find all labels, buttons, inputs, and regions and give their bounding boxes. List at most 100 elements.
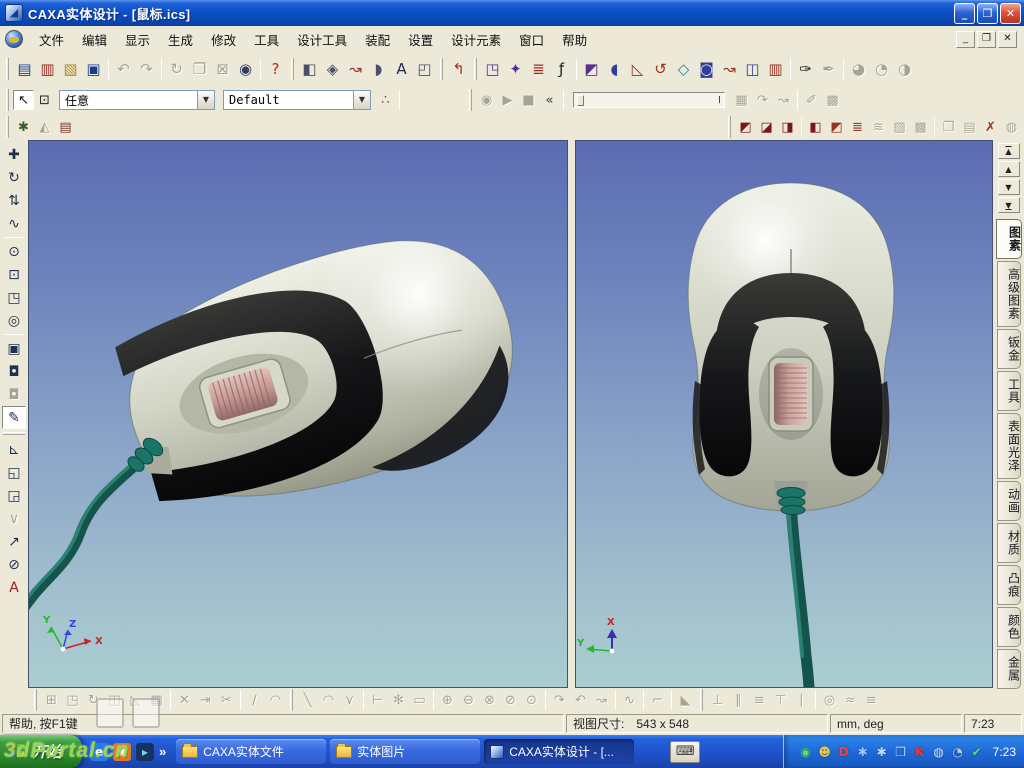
chevron-down-icon[interactable]: ▼ [353,91,370,109]
catalog-tab[interactable]: 表面光泽 [996,413,1021,479]
viewport-perspective[interactable]: Y Z X [28,140,568,688]
new-drawing-icon[interactable]: ▥ [36,58,59,80]
pan-view-icon[interactable]: ✚ [2,143,26,166]
menu-item[interactable]: 装配 [356,26,399,53]
render-mode-icon[interactable]: ✎ [2,406,26,429]
mdi-minimize-button[interactable]: _ [956,30,975,48]
tabs-scroll-first-button[interactable]: ▲ [997,143,1020,159]
feature-fill-icon[interactable]: ◙ [695,58,718,80]
toolbar-grip[interactable] [700,689,703,711]
catalog-tab[interactable]: 钣金 [996,329,1021,369]
surface-book2-icon[interactable]: ◪ [756,117,777,137]
catalog-tab[interactable]: 颜色 [996,607,1021,647]
viewport-top[interactable]: X Y [575,140,993,688]
ie-icon[interactable]: e [90,742,109,761]
swirl-tray-icon[interactable]: ◔ [950,744,966,760]
display-mode-icon[interactable]: ▣ [2,337,26,360]
toolbar-grip[interactable] [34,689,37,711]
net-disabled2-tray-icon[interactable]: ✱ [874,744,890,760]
menu-item[interactable]: 窗口 [510,26,553,53]
rotate-view-icon[interactable]: ↻ [2,166,26,189]
realplayer-icon[interactable]: ▸ [136,742,155,761]
toolbar-grip[interactable] [290,689,293,711]
feature-tube-icon[interactable]: ↝ [718,58,741,80]
k-player-tray-icon[interactable]: K [912,744,928,760]
options-icon[interactable]: ✱ [13,117,34,137]
taskbar-task-button[interactable]: CAXA实体文件 [176,739,327,764]
zoom-window-icon[interactable]: ⊡ [2,263,26,286]
camera-icon[interactable]: ◘ [2,360,26,383]
input-method-button[interactable]: ⌨ [670,740,701,763]
net-disabled-tray-icon[interactable]: ✱ [855,744,871,760]
catalog-tab[interactable]: 动画 [996,481,1021,521]
design-tree-icon[interactable]: ∴ [375,90,396,110]
sweep-feature-icon[interactable]: ↝ [344,58,367,80]
volume-tray-icon[interactable]: ◍ [931,744,947,760]
viewport-splitter[interactable] [568,140,575,688]
start-button[interactable]: 开始 [0,735,83,768]
menu-item[interactable]: 设计工具 [288,26,356,53]
chevron-down-icon[interactable]: ▼ [197,91,214,109]
revolve-feature-icon[interactable]: ◈ [321,58,344,80]
toolbar-grip[interactable] [6,89,9,111]
loft-feature-icon[interactable]: ◗ [367,58,390,80]
toolbar-grip[interactable] [6,58,9,80]
measure-distance-icon[interactable]: ↗ [2,530,26,553]
tabs-scroll-next-button[interactable]: ▼ [997,179,1020,195]
toolbar-grip[interactable] [6,116,9,138]
mouse-model-perspective[interactable]: Y Z X [29,141,567,687]
tabs-scroll-last-button[interactable]: ▼ [997,197,1020,213]
equation-icon[interactable]: ƒ [550,58,573,80]
surface-book3-icon[interactable]: ◨ [777,117,798,137]
toolbar-grip[interactable] [3,432,25,435]
text-feature-icon[interactable]: A [390,58,413,80]
save-icon[interactable]: ▣ [82,58,105,80]
mdi-restore-button[interactable]: ❐ [977,30,996,48]
extrude-feature-icon[interactable]: ◧ [298,58,321,80]
close-button[interactable]: ✕ [1000,2,1021,24]
catalog-tab[interactable]: 工具 [996,371,1021,411]
toolbar-grip[interactable] [474,58,477,80]
toolbar-grip[interactable] [440,58,443,80]
taskbar-task-button[interactable]: 实体图片 [330,739,481,764]
feature-box-icon[interactable]: ◩ [580,58,603,80]
look-at-icon[interactable]: ◎ [2,309,26,332]
menu-item[interactable]: 显示 [116,26,159,53]
toolbar-grip[interactable] [728,116,731,138]
catalog-tab[interactable]: 材质 [996,523,1021,563]
feature-revolve2-icon[interactable]: ↺ [649,58,672,80]
walk-view-icon[interactable]: ∿ [2,212,26,235]
stamp-fold-icon[interactable]: ≣ [847,117,868,137]
toolbar-grip[interactable] [469,89,472,111]
catalog-tab[interactable]: 凸痕 [996,565,1021,605]
feature-section-icon[interactable]: ▥ [764,58,787,80]
zoom-icon[interactable]: ⊙ [2,240,26,263]
find-icon[interactable]: ◉ [234,58,257,80]
pet-tray-icon[interactable]: ☻ [817,744,833,760]
safe-tray-icon[interactable]: ✔ [969,744,985,760]
selection-filter-combo[interactable]: 任意 ▼ [59,90,215,110]
measure-height-icon[interactable]: ◲ [2,484,26,507]
repair-icon[interactable]: ✗ [980,117,1001,137]
messenger-icon[interactable]: ✺ [113,742,132,761]
antivirus-tray-icon[interactable]: ◉ [798,744,814,760]
quick-launch-overflow-chevron[interactable]: » [159,744,166,759]
open-icon[interactable]: ▧ [59,58,82,80]
menu-item[interactable]: 文件 [30,26,73,53]
animation-timeline-slider[interactable] [573,92,725,108]
measure-width-icon[interactable]: ◱ [2,461,26,484]
measure-radius-icon[interactable]: ⊘ [2,553,26,576]
eyedropper-icon[interactable]: ✑ [794,58,817,80]
annotation-icon[interactable]: A [2,576,26,599]
mdi-close-button[interactable]: ✕ [998,30,1017,48]
context-help-icon[interactable]: ? [264,58,287,80]
surface-book1-icon[interactable]: ◩ [735,117,756,137]
feature-wedge-icon[interactable]: ◺ [626,58,649,80]
menu-item[interactable]: 帮助 [553,26,596,53]
mouse-model-top[interactable]: X Y [576,141,992,687]
sheet-stack-icon[interactable]: ≣ [527,58,550,80]
catalog-tab[interactable]: 高级图素 [996,261,1021,327]
select-cursor-button[interactable]: ↖ [13,90,34,110]
menu-item[interactable]: 设计元素 [442,26,510,53]
measure-angle-icon[interactable]: ⊾ [2,438,26,461]
